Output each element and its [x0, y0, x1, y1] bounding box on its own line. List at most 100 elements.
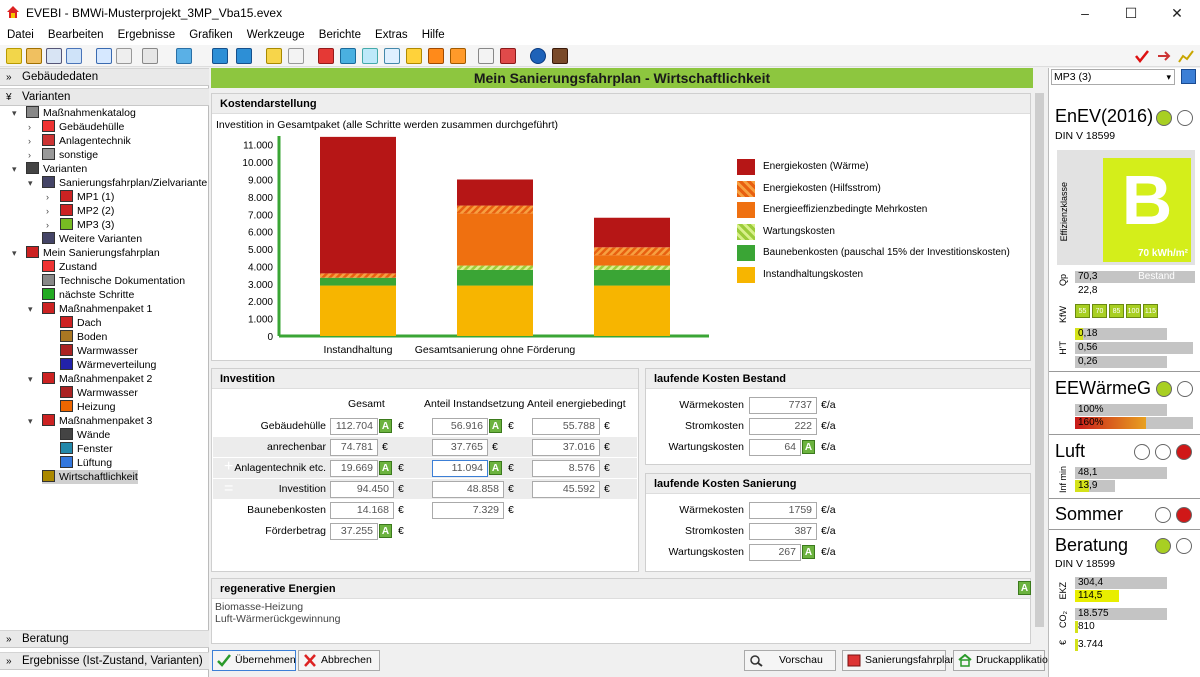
pen-icon[interactable] [142, 48, 158, 64]
tree-item[interactable]: › Anlagentechnik [28, 134, 131, 148]
chart-icon[interactable] [500, 48, 516, 64]
investment-energie-field[interactable]: 45.592 [532, 481, 600, 498]
auto-button[interactable]: A [489, 419, 502, 433]
tree-item[interactable]: Wärmeverteilung [60, 358, 156, 372]
new-file-icon[interactable] [6, 48, 22, 64]
section-gebaeudedaten[interactable]: » Gebäudedaten [0, 68, 209, 86]
tree-item[interactable]: Wirtschaftlichkeit [42, 470, 138, 484]
tree-item[interactable]: Warmwasser [60, 344, 138, 358]
chevron-right-icon[interactable]: › [46, 204, 49, 218]
investment-energie-field[interactable]: 37.016 [532, 439, 600, 456]
copy-icon[interactable] [46, 48, 62, 64]
tree-item[interactable]: ▾ Maßnahmenpaket 2 [28, 372, 152, 386]
running-cost-field[interactable]: 222 [749, 418, 817, 435]
tree-item[interactable]: Wände [60, 428, 110, 442]
chevron-right-icon[interactable]: › [46, 190, 49, 204]
help-icon[interactable] [530, 48, 546, 64]
chevron-down-icon[interactable]: ▾ [12, 246, 17, 260]
tree-item[interactable]: Lüftung [60, 456, 112, 470]
chevron-right-icon[interactable]: › [28, 148, 31, 162]
tree-item[interactable]: Heizung [60, 400, 116, 414]
paste-icon[interactable] [66, 48, 82, 64]
investment-energie-field[interactable]: 8.576 [532, 460, 600, 477]
running-cost-field[interactable]: 7737 [749, 397, 817, 414]
report-icon[interactable] [478, 48, 494, 64]
chevron-right-icon[interactable]: › [46, 218, 49, 232]
structure-icon[interactable] [266, 48, 282, 64]
section-beratung[interactable]: » Beratung [0, 630, 209, 648]
running-cost-field[interactable]: 64 [749, 439, 801, 456]
grid-icon[interactable] [340, 48, 356, 64]
tree-item[interactable]: Boden [60, 330, 107, 344]
sun-icon[interactable] [406, 48, 422, 64]
auto-button[interactable]: A [1018, 581, 1031, 595]
tree-item[interactable]: Zustand [42, 260, 97, 274]
tree-item[interactable]: Dach [60, 316, 102, 330]
menu-ergebnisse[interactable]: Ergebnisse [118, 27, 176, 41]
investment-gesamt-field[interactable]: 112.704 [330, 418, 378, 435]
tree-item[interactable]: › MP3 (3) [46, 218, 114, 232]
roadmap-button[interactable]: Sanierungsfahrplan [842, 650, 956, 671]
apply-button[interactable]: Übernehmen [212, 650, 296, 671]
chevron-down-icon[interactable]: ▾ [12, 162, 17, 176]
trend-icon[interactable] [1178, 48, 1194, 64]
section-varianten[interactable]: ¥ Varianten [0, 88, 209, 106]
tree-item[interactable]: ▾ Sanierungsfahrplan/Zielvariante [28, 176, 207, 190]
menu-datei[interactable]: Datei [7, 27, 34, 41]
investment-gesamt-field[interactable]: 74.781 [330, 439, 378, 456]
tree-item[interactable]: Warmwasser [60, 386, 138, 400]
export-icon[interactable] [212, 48, 228, 64]
redo-icon[interactable] [96, 48, 112, 64]
list-icon[interactable] [288, 48, 304, 64]
investment-instand-field[interactable]: 7.329 [432, 502, 504, 519]
arrow-right-icon[interactable] [1156, 48, 1172, 64]
running-cost-field[interactable]: 1759 [749, 502, 817, 519]
menu-werkzeuge[interactable]: Werkzeuge [247, 27, 305, 41]
chevron-down-icon[interactable]: ▾ [28, 302, 33, 316]
tree-item[interactable]: Technische Dokumentation [42, 274, 185, 288]
tree-item[interactable]: nächste Schritte [42, 288, 134, 302]
chevron-right-icon[interactable]: › [28, 120, 31, 134]
running-cost-field[interactable]: 387 [749, 523, 817, 540]
flame-icon[interactable] [450, 48, 466, 64]
variant-select[interactable]: MP3 (3) ▾ [1051, 69, 1175, 85]
chevron-down-icon[interactable]: ▾ [28, 372, 33, 386]
investment-instand-field[interactable]: 11.094 [432, 460, 488, 477]
investment-instand-field[interactable]: 48.858 [432, 481, 504, 498]
menu-grafiken[interactable]: Grafiken [189, 27, 232, 41]
menu-bearbeiten[interactable]: Bearbeiten [48, 27, 104, 41]
tree-item[interactable]: ▾ Maßnahmenpaket 3 [28, 414, 152, 428]
tree-item[interactable]: ▾ Maßnahmenpaket 1 [28, 302, 152, 316]
auto-button[interactable]: A [802, 545, 815, 559]
tree-item[interactable]: › MP2 (2) [46, 204, 114, 218]
tree-item[interactable]: › sonstige [28, 148, 98, 162]
scrollbar-thumb[interactable] [1035, 93, 1044, 627]
chevron-down-icon[interactable]: ▾ [28, 176, 33, 190]
tree-item[interactable]: ▾ Mein Sanierungsfahrplan [12, 246, 160, 260]
menu-hilfe[interactable]: Hilfe [422, 27, 445, 41]
menu-extras[interactable]: Extras [375, 27, 408, 41]
chevron-right-icon[interactable]: › [28, 134, 31, 148]
investment-gesamt-field[interactable]: 14.168 [330, 502, 394, 519]
auto-button[interactable]: A [379, 419, 392, 433]
tree-item[interactable]: ▾ Varianten [12, 162, 87, 176]
tree-item[interactable]: ▾ Maßnahmenkatalog [12, 106, 136, 120]
auto-button[interactable]: A [379, 461, 392, 475]
open-folder-icon[interactable] [26, 48, 42, 64]
edit-icon[interactable] [1181, 69, 1196, 84]
chevron-down-icon[interactable]: ▾ [28, 414, 33, 428]
investment-gesamt-field[interactable]: 37.255 [330, 523, 378, 540]
lightning-icon[interactable] [428, 48, 444, 64]
auto-button[interactable]: A [379, 524, 392, 538]
section-ergebnisse[interactable]: » Ergebnisse (Ist-Zustand, Varianten) [0, 652, 209, 670]
checkmark-icon[interactable] [1134, 48, 1150, 64]
calculator-icon[interactable] [552, 48, 568, 64]
window-icon[interactable] [318, 48, 334, 64]
investment-instand-field[interactable]: 37.765 [432, 439, 488, 456]
forward-icon[interactable] [236, 48, 252, 64]
tree-item[interactable]: Weitere Varianten [42, 232, 142, 246]
investment-energie-field[interactable]: 55.788 [532, 418, 600, 435]
print-app-button[interactable]: Druckapplikation [953, 650, 1054, 671]
tree-item[interactable]: Fenster [60, 442, 113, 456]
investment-instand-field[interactable]: 56.916 [432, 418, 488, 435]
